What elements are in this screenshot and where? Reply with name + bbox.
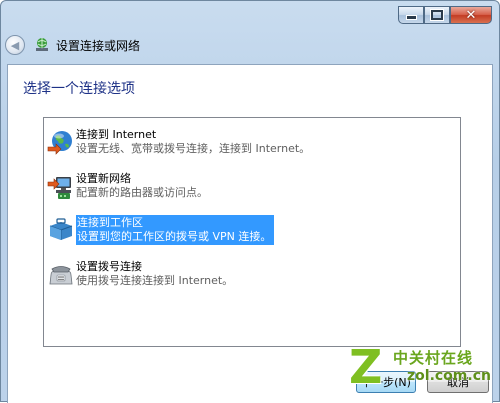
option-title: 设置新网络 (76, 172, 131, 185)
option-title: 连接到工作区 (77, 216, 143, 229)
option-text: 设置新网络 配置新的路由器或访问点。 (76, 172, 208, 200)
option-description: 使用拨号连接连接到 Internet。 (76, 274, 234, 287)
option-setup-new-network[interactable]: 设置新网络 配置新的路由器或访问点。 (47, 172, 247, 204)
next-button[interactable]: 下一步(N) (356, 371, 416, 393)
option-connect-internet[interactable]: 连接到 Internet 设置无线、宽带或拨号连接，连接到 Internet。 (47, 128, 310, 160)
navigation-bar: ◀ 设置连接或网络 (5, 33, 140, 57)
network-globe-icon (34, 37, 50, 53)
back-arrow-icon: ◀ (10, 38, 20, 52)
dialog-window: ✕ ◀ 设置连接或网络 选择一个连接选项 连接到 Internet 设置无线、宽… (0, 0, 500, 403)
minimize-icon (405, 15, 417, 20)
page-heading: 选择一个连接选项 (23, 81, 135, 97)
option-description: 设置无线、宽带或拨号连接，连接到 Internet。 (76, 142, 311, 155)
globe-connect-icon (47, 129, 75, 157)
close-button[interactable]: ✕ (450, 6, 492, 24)
connection-options-list[interactable]: 连接到 Internet 设置无线、宽带或拨号连接，连接到 Internet。 (43, 117, 461, 347)
option-connect-workplace[interactable]: 连接到工作区 设置到您的工作区的拨号或 VPN 连接。 (47, 215, 275, 247)
option-text: 设置拨号连接 使用拨号连接连接到 Internet。 (76, 260, 233, 288)
workplace-briefcase-icon (47, 216, 75, 244)
option-text: 连接到 Internet 设置无线、宽带或拨号连接，连接到 Internet。 (76, 128, 310, 156)
maximize-icon (430, 9, 444, 21)
close-icon: ✕ (465, 7, 477, 23)
caption-buttons: ✕ (398, 6, 492, 25)
network-router-icon (47, 173, 75, 201)
option-description: 配置新的路由器或访问点。 (76, 186, 208, 199)
wizard-title: 设置连接或网络 (56, 38, 141, 53)
back-button[interactable]: ◀ (5, 35, 25, 55)
minimize-button[interactable] (398, 6, 424, 24)
cancel-button[interactable]: 取消 (427, 371, 489, 393)
option-title: 设置拨号连接 (76, 260, 142, 273)
option-title: 连接到 Internet (76, 128, 157, 141)
content-panel: 选择一个连接选项 连接到 Internet 设置无线、宽带或拨号连接，连接到 I… (7, 64, 493, 403)
option-setup-dialup[interactable]: 设置拨号连接 使用拨号连接连接到 Internet。 (47, 260, 247, 292)
dialup-phone-icon (47, 261, 75, 289)
maximize-button[interactable] (424, 6, 450, 24)
option-text: 连接到工作区 设置到您的工作区的拨号或 VPN 连接。 (76, 215, 275, 245)
option-description: 设置到您的工作区的拨号或 VPN 连接。 (77, 230, 272, 243)
